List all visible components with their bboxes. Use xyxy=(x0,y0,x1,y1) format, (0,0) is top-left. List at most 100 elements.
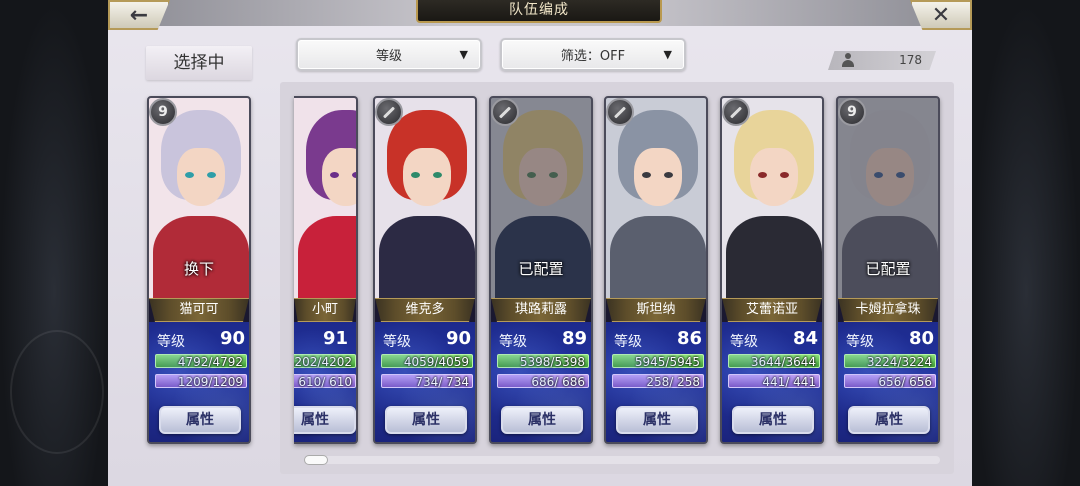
portrait-eye xyxy=(207,172,216,178)
level-label: 等级 xyxy=(614,334,642,350)
close-x-icon: ✕ xyxy=(931,2,951,28)
sword-icon xyxy=(491,98,519,126)
portrait-eye xyxy=(642,172,651,178)
portrait-eye xyxy=(352,172,356,178)
star-rank-icon: 9 xyxy=(149,98,177,126)
character-name: 琪路莉露 xyxy=(491,298,591,322)
level-row: 等级 90 xyxy=(383,328,471,350)
sort-dropdown[interactable]: 等级 ▼ xyxy=(296,38,482,71)
character-portrait xyxy=(375,98,475,298)
character-stats: 等级 91 4202/4202 610/ 610 属性 xyxy=(294,322,356,442)
character-stats: 等级 90 4792/4792 1209/1209 属性 xyxy=(149,322,249,442)
character-portrait: 换下 xyxy=(149,98,249,298)
hp-bar: 4792/4792 xyxy=(155,354,247,369)
character-portrait: 已配置 xyxy=(838,98,938,298)
character-count-value: 178 xyxy=(899,53,922,67)
attributes-button[interactable]: 属性 xyxy=(848,406,930,434)
hp-bar: 3224/3224 xyxy=(844,354,936,369)
portrait-face xyxy=(403,148,451,206)
portrait-body xyxy=(610,216,706,298)
hp-bar: 5398/5398 xyxy=(497,354,589,369)
hp-bar: 5945/5945 xyxy=(612,354,704,369)
attributes-button[interactable]: 属性 xyxy=(732,406,814,434)
level-value: 90 xyxy=(445,328,471,349)
sp-bar: 610/ 610 xyxy=(294,374,356,389)
portrait-body xyxy=(153,216,249,298)
character-card[interactable]: 换下 9 猫可可 等级 90 4792/4792 1209/1209 属性 xyxy=(147,96,251,444)
character-name: 维克多 xyxy=(375,298,475,322)
level-value: 84 xyxy=(792,328,818,349)
character-card[interactable]: 斯坦纳 等级 86 5945/5945 258/ 258 属性 xyxy=(604,96,708,444)
character-card[interactable]: 艾蕾诺亚 等级 84 3644/3644 441/ 441 属性 xyxy=(720,96,824,444)
level-label: 等级 xyxy=(383,334,411,350)
level-row: 等级 89 xyxy=(499,328,587,350)
card-status-text: 已配置 xyxy=(865,260,911,278)
portrait-face xyxy=(177,148,225,206)
tab-selecting[interactable]: 选择中 xyxy=(146,46,252,80)
arrow-left-icon: ← xyxy=(129,2,149,28)
character-portrait xyxy=(294,98,356,298)
card-status-text: 换下 xyxy=(183,260,214,278)
level-row: 等级 80 xyxy=(846,328,934,350)
attributes-button[interactable]: 属性 xyxy=(159,406,241,434)
horizontal-scrollbar[interactable] xyxy=(304,455,940,465)
party-formation-panel: ← 队伍编成 ✕ 选择中 等级 ▼ 筛选：OFF ▼ 178 换下 9 猫可可 xyxy=(108,0,972,486)
character-name: 小町 xyxy=(294,298,356,322)
character-card[interactable]: 已配置 9 卡姆拉拿珠 等级 80 3224/3224 656/ 656 属性 xyxy=(836,96,940,444)
level-value: 80 xyxy=(908,328,934,349)
sp-bar: 441/ 441 xyxy=(728,374,820,389)
attributes-button[interactable]: 属性 xyxy=(501,406,583,434)
level-row: 等级 84 xyxy=(730,328,818,350)
character-stats: 等级 86 5945/5945 258/ 258 属性 xyxy=(606,322,706,442)
filter-dropdown-label: 筛选：OFF xyxy=(560,49,626,64)
character-name: 艾蕾诺亚 xyxy=(722,298,822,322)
sp-bar: 1209/1209 xyxy=(155,374,247,389)
character-card[interactable]: 维克多 等级 90 4059/4059 734/ 734 属性 xyxy=(373,96,477,444)
sword-icon xyxy=(375,98,403,126)
sp-bar: 656/ 656 xyxy=(844,374,936,389)
portrait-eye xyxy=(664,172,673,178)
level-value: 91 xyxy=(322,328,348,349)
attributes-button[interactable]: 属性 xyxy=(385,406,467,434)
attributes-button[interactable]: 属性 xyxy=(294,406,356,434)
character-stats: 等级 84 3644/3644 441/ 441 属性 xyxy=(722,322,822,442)
card-status-text: 已配置 xyxy=(518,260,564,278)
portrait-eye xyxy=(780,172,789,178)
sp-bar: 258/ 258 xyxy=(612,374,704,389)
scrollbar-thumb[interactable] xyxy=(304,455,328,465)
portrait-eye xyxy=(185,172,194,178)
portrait-eye xyxy=(411,172,420,178)
triangle-down-icon: ▼ xyxy=(663,48,672,61)
level-value: 89 xyxy=(561,328,587,349)
character-count: 178 xyxy=(828,51,936,70)
level-label: 等级 xyxy=(846,334,874,350)
right-background xyxy=(972,0,1080,486)
character-name: 卡姆拉拿珠 xyxy=(838,298,938,322)
character-name: 斯坦纳 xyxy=(606,298,706,322)
portrait-face xyxy=(750,148,798,206)
sort-dropdown-label: 等级 xyxy=(375,49,402,64)
level-value: 90 xyxy=(219,328,245,349)
level-label: 等级 xyxy=(730,334,758,350)
attributes-button[interactable]: 属性 xyxy=(616,406,698,434)
hp-bar: 3644/3644 xyxy=(728,354,820,369)
filter-dropdown[interactable]: 筛选：OFF ▼ xyxy=(500,38,686,71)
character-card[interactable]: 已配置 琪路莉露 等级 89 5398/5398 686/ 686 属性 xyxy=(489,96,593,444)
character-portrait xyxy=(722,98,822,298)
level-row: 等级 91 xyxy=(294,328,348,350)
character-card[interactable]: 小町 等级 91 4202/4202 610/ 610 属性 xyxy=(294,96,358,444)
portrait-body xyxy=(298,216,356,298)
character-stats: 等级 90 4059/4059 734/ 734 属性 xyxy=(375,322,475,442)
left-background xyxy=(0,0,108,486)
person-icon xyxy=(842,53,854,67)
portrait-body xyxy=(726,216,822,298)
sword-icon xyxy=(606,98,634,126)
level-value: 86 xyxy=(676,328,702,349)
sp-bar: 734/ 734 xyxy=(381,374,473,389)
level-label: 等级 xyxy=(157,334,185,350)
portrait-eye xyxy=(330,172,339,178)
character-portrait xyxy=(606,98,706,298)
page-title: 队伍编成 xyxy=(416,0,662,23)
character-portrait: 已配置 xyxy=(491,98,591,298)
character-name: 猫可可 xyxy=(149,298,249,322)
